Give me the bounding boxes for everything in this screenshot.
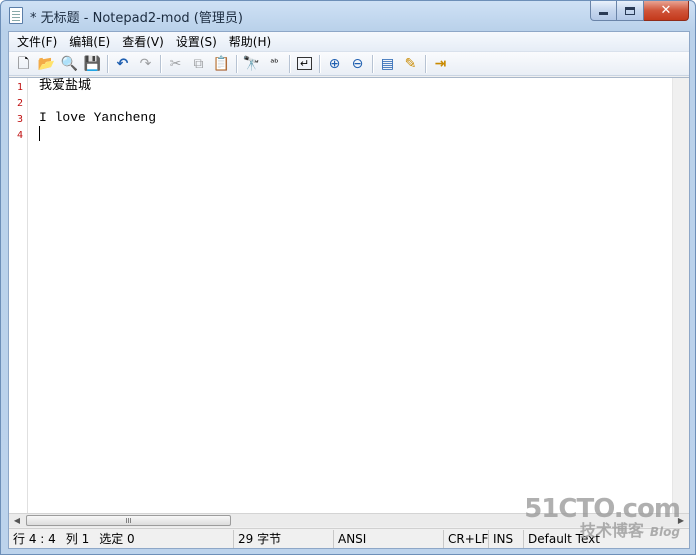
scroll-left-icon[interactable]: ◀: [9, 514, 25, 527]
line-number: 3: [16, 114, 23, 125]
line-number: 4: [16, 130, 23, 141]
save-icon: 💾: [83, 55, 102, 72]
status-line-ending[interactable]: CR+LF: [444, 529, 489, 548]
maximize-icon: [625, 6, 635, 15]
find-icon: 🔭: [242, 55, 261, 72]
text-area[interactable]: 我爱盐城 I love Yancheng: [28, 78, 689, 513]
line-number: 2: [16, 98, 23, 109]
replace-button[interactable]: ᵃᵇ: [263, 53, 286, 75]
redo-button[interactable]: ↷: [134, 53, 157, 75]
save-button[interactable]: 💾: [81, 53, 104, 75]
toolbar-separator: [425, 54, 426, 73]
line-number-gutter: 1 2 3 4: [9, 78, 28, 513]
scheme-button[interactable]: ▤: [376, 53, 399, 75]
undo-button[interactable]: ↶: [111, 53, 134, 75]
paste-button[interactable]: 📋: [210, 53, 233, 75]
scrollbar-thumb[interactable]: III: [26, 515, 231, 526]
notepad-window: * 无标题 - Notepad2-mod (管理员) ✕ 文件(F) 编辑(E)…: [0, 0, 696, 555]
new-file-icon: 🗋: [17, 55, 30, 72]
window-title: * 无标题 - Notepad2-mod (管理员): [30, 11, 243, 26]
title-bar[interactable]: * 无标题 - Notepad2-mod (管理员) ✕: [1, 1, 695, 31]
menu-edit[interactable]: 编辑(E): [63, 33, 116, 51]
paste-icon: 📋: [212, 55, 231, 72]
status-bytes: 29 字节: [234, 529, 334, 548]
undo-icon: ↶: [116, 55, 129, 72]
status-bar: 行 4 : 4 列 1 选定 0 29 字节 ANSI CR+LF INS Defa…: [9, 528, 689, 548]
zoom-in-button[interactable]: ⊕: [323, 53, 346, 75]
text-line[interactable]: 我爱盐城: [39, 78, 689, 94]
menu-bar: 文件(F) 编辑(E) 查看(V) 设置(S) 帮助(H): [9, 32, 689, 52]
status-position-group: 行 4 : 4 列 1 选定 0: [9, 529, 234, 548]
toolbar-separator: [319, 54, 320, 73]
text-caret: [39, 126, 40, 142]
toolbar-separator: [372, 54, 373, 73]
new-button[interactable]: 🗋: [12, 53, 35, 75]
maximize-button[interactable]: [617, 1, 644, 21]
menu-settings[interactable]: 设置(S): [170, 33, 223, 51]
text-line[interactable]: [39, 94, 689, 110]
editor[interactable]: 1 2 3 4 我爱盐城 I love Yancheng: [9, 77, 689, 513]
customize-scheme-button[interactable]: ✎: [399, 53, 422, 75]
status-encoding[interactable]: ANSI: [334, 529, 444, 548]
cut-icon: ✂: [169, 55, 182, 72]
scheme-icon: ▤: [380, 55, 395, 72]
status-scheme[interactable]: Default Text: [524, 530, 689, 548]
toolbar-separator: [107, 54, 108, 73]
line-number: 1: [16, 82, 23, 93]
open-button[interactable]: 📂: [35, 53, 58, 75]
status-insert-mode[interactable]: INS: [489, 529, 524, 548]
menu-file[interactable]: 文件(F): [11, 33, 63, 51]
zoom-in-icon: ⊕: [328, 55, 341, 72]
minimize-button[interactable]: [590, 1, 617, 21]
client-area: 文件(F) 编辑(E) 查看(V) 设置(S) 帮助(H) 🗋 📂 🔍 💾 ↶ …: [8, 31, 690, 549]
grip-icon: III: [125, 516, 132, 525]
zoom-out-icon: ⊖: [351, 55, 364, 72]
word-wrap-button[interactable]: ↵: [293, 53, 316, 75]
close-icon: ✕: [660, 3, 672, 18]
browse-button[interactable]: 🔍: [58, 53, 81, 75]
toolbar: 🗋 📂 🔍 💾 ↶ ↷ ✂ ⧉ 📋 🔭 ᵃᵇ ↵ ⊕ ⊖ ▤ ✎ ⇥: [9, 52, 689, 76]
close-button[interactable]: ✕: [644, 1, 689, 21]
status-column: 列 1: [65, 531, 90, 546]
vertical-scrollbar[interactable]: [672, 78, 689, 513]
status-selection: 选定 0: [99, 531, 135, 546]
redo-icon: ↷: [139, 55, 152, 72]
browse-icon: 🔍: [60, 55, 79, 72]
notepad-app-icon[interactable]: [9, 7, 23, 24]
cut-button[interactable]: ✂: [164, 53, 187, 75]
menu-help[interactable]: 帮助(H): [223, 33, 277, 51]
menu-view[interactable]: 查看(V): [116, 33, 170, 51]
word-wrap-icon: ↵: [296, 57, 313, 70]
toolbar-separator: [160, 54, 161, 73]
text-line-current[interactable]: [39, 126, 689, 142]
toolbar-separator: [289, 54, 290, 73]
find-button[interactable]: 🔭: [240, 53, 263, 75]
customize-scheme-icon: ✎: [404, 55, 417, 72]
open-folder-icon: 📂: [37, 55, 56, 72]
exit-icon: ⇥: [434, 55, 447, 72]
horizontal-scrollbar[interactable]: ◀ III ▶: [9, 513, 689, 527]
scroll-right-icon[interactable]: ▶: [673, 514, 689, 527]
caption-buttons: ✕: [590, 1, 689, 21]
toolbar-separator: [236, 54, 237, 73]
minimize-icon: [599, 12, 608, 15]
text-line[interactable]: I love Yancheng: [39, 110, 689, 126]
zoom-out-button[interactable]: ⊖: [346, 53, 369, 75]
copy-button[interactable]: ⧉: [187, 53, 210, 75]
exit-button[interactable]: ⇥: [429, 53, 452, 75]
replace-icon: ᵃᵇ: [270, 57, 279, 69]
status-position: 行 4 : 4: [13, 531, 56, 546]
copy-icon: ⧉: [193, 55, 204, 72]
